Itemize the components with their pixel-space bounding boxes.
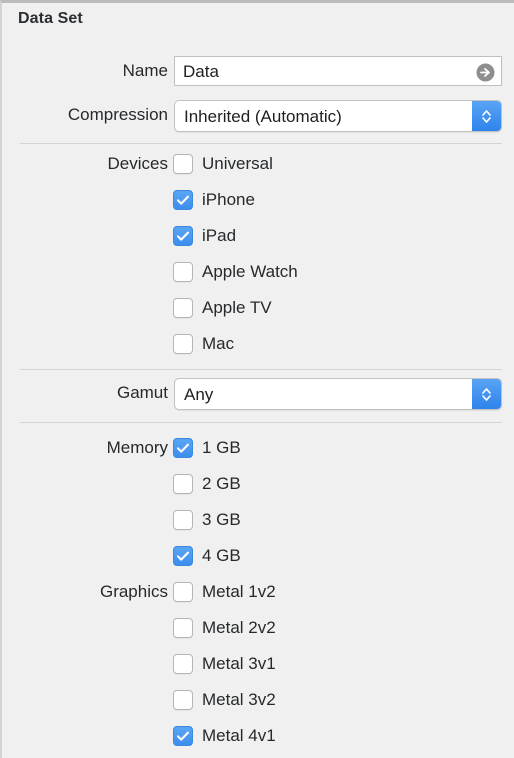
checkbox-label-metal-4v1[interactable]: Metal 4v1 <box>202 721 276 751</box>
checkbox-label-metal-3v2[interactable]: Metal 3v2 <box>202 685 276 715</box>
separator-gamut <box>20 369 502 370</box>
gamut-row: Gamut Any <box>2 378 514 410</box>
checkbox-3-gb[interactable] <box>173 510 193 530</box>
checkbox-label-1-gb[interactable]: 1 GB <box>202 433 241 463</box>
graphics-row-metal-3v1: Metal 3v1 <box>2 649 514 679</box>
devices-row-apple-tv: Apple TV <box>2 293 514 323</box>
name-input[interactable]: Data <box>174 56 502 86</box>
checkbox-label-metal-3v1[interactable]: Metal 3v1 <box>202 649 276 679</box>
devices-row-mac: Mac <box>2 329 514 359</box>
checkbox-label-universal[interactable]: Universal <box>202 149 273 179</box>
devices-row-universal: Devices Universal <box>2 149 514 179</box>
compression-label: Compression <box>67 105 168 124</box>
memory-row-4gb: 4 GB <box>2 541 514 571</box>
graphics-row-metal-1v2: Graphics Metal 1v2 <box>2 577 514 607</box>
checkbox-metal-4v1[interactable] <box>173 726 193 746</box>
devices-row-ipad: iPad <box>2 221 514 251</box>
arrow-right-circle-icon[interactable] <box>476 63 495 82</box>
graphics-label: Graphics <box>99 582 168 601</box>
checkbox-metal-3v2[interactable] <box>173 690 193 710</box>
checkbox-label-iphone[interactable]: iPhone <box>202 185 255 215</box>
checkbox-metal-2v2[interactable] <box>173 618 193 638</box>
memory-row-3gb: 3 GB <box>2 505 514 535</box>
separator-memory <box>20 422 502 423</box>
memory-row-2gb: 2 GB <box>2 469 514 499</box>
checkbox-label-metal-2v2[interactable]: Metal 2v2 <box>202 613 276 643</box>
separator-devices <box>20 143 502 144</box>
graphics-row-metal-4v1: Metal 4v1 <box>2 721 514 751</box>
checkbox-label-apple-watch[interactable]: Apple Watch <box>202 257 298 287</box>
graphics-row-metal-2v2: Metal 2v2 <box>2 613 514 643</box>
devices-label: Devices <box>107 154 168 173</box>
checkbox-label-ipad[interactable]: iPad <box>202 221 236 251</box>
compression-select-value: Inherited (Automatic) <box>184 107 342 126</box>
name-label: Name <box>122 61 168 80</box>
checkbox-label-2-gb[interactable]: 2 GB <box>202 469 241 499</box>
checkbox-1-gb[interactable] <box>173 438 193 458</box>
checkbox-2-gb[interactable] <box>173 474 193 494</box>
checkbox-universal[interactable] <box>173 154 193 174</box>
page-title: Data Set <box>18 10 83 27</box>
checkbox-ipad[interactable] <box>173 226 193 246</box>
checkbox-metal-1v2[interactable] <box>173 582 193 602</box>
gamut-label: Gamut <box>116 383 168 402</box>
name-row: Name Data <box>2 56 514 86</box>
devices-row-apple-watch: Apple Watch <box>2 257 514 287</box>
checkbox-label-apple-tv[interactable]: Apple TV <box>202 293 272 323</box>
memory-label: Memory <box>106 438 168 457</box>
data-set-inspector-panel: Data Set Name Data Compression Inherited… <box>0 0 514 758</box>
checkbox-label-3-gb[interactable]: 3 GB <box>202 505 241 535</box>
chevron-up-down-icon[interactable] <box>472 379 501 409</box>
checkbox-mac[interactable] <box>173 334 193 354</box>
devices-row-iphone: iPhone <box>2 185 514 215</box>
gamut-select[interactable]: Any <box>174 378 502 410</box>
checkbox-apple-tv[interactable] <box>173 298 193 318</box>
graphics-row-metal-3v2: Metal 3v2 <box>2 685 514 715</box>
compression-select[interactable]: Inherited (Automatic) <box>174 100 502 132</box>
checkbox-label-metal-1v2[interactable]: Metal 1v2 <box>202 577 276 607</box>
chevron-up-down-icon[interactable] <box>472 101 501 131</box>
name-input-value: Data <box>183 62 219 81</box>
checkbox-4-gb[interactable] <box>173 546 193 566</box>
checkbox-iphone[interactable] <box>173 190 193 210</box>
memory-row-1gb: Memory 1 GB <box>2 433 514 463</box>
gamut-select-value: Any <box>184 385 214 404</box>
checkbox-metal-3v1[interactable] <box>173 654 193 674</box>
compression-row: Compression Inherited (Automatic) <box>2 100 514 132</box>
checkbox-label-4-gb[interactable]: 4 GB <box>202 541 241 571</box>
checkbox-apple-watch[interactable] <box>173 262 193 282</box>
checkbox-label-mac[interactable]: Mac <box>202 329 234 359</box>
